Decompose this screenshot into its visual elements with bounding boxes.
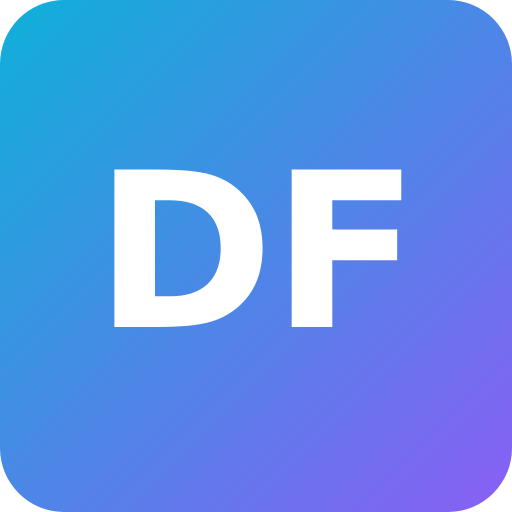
app-icon-monogram: DF [94,127,420,378]
app-icon: DF [0,0,512,512]
